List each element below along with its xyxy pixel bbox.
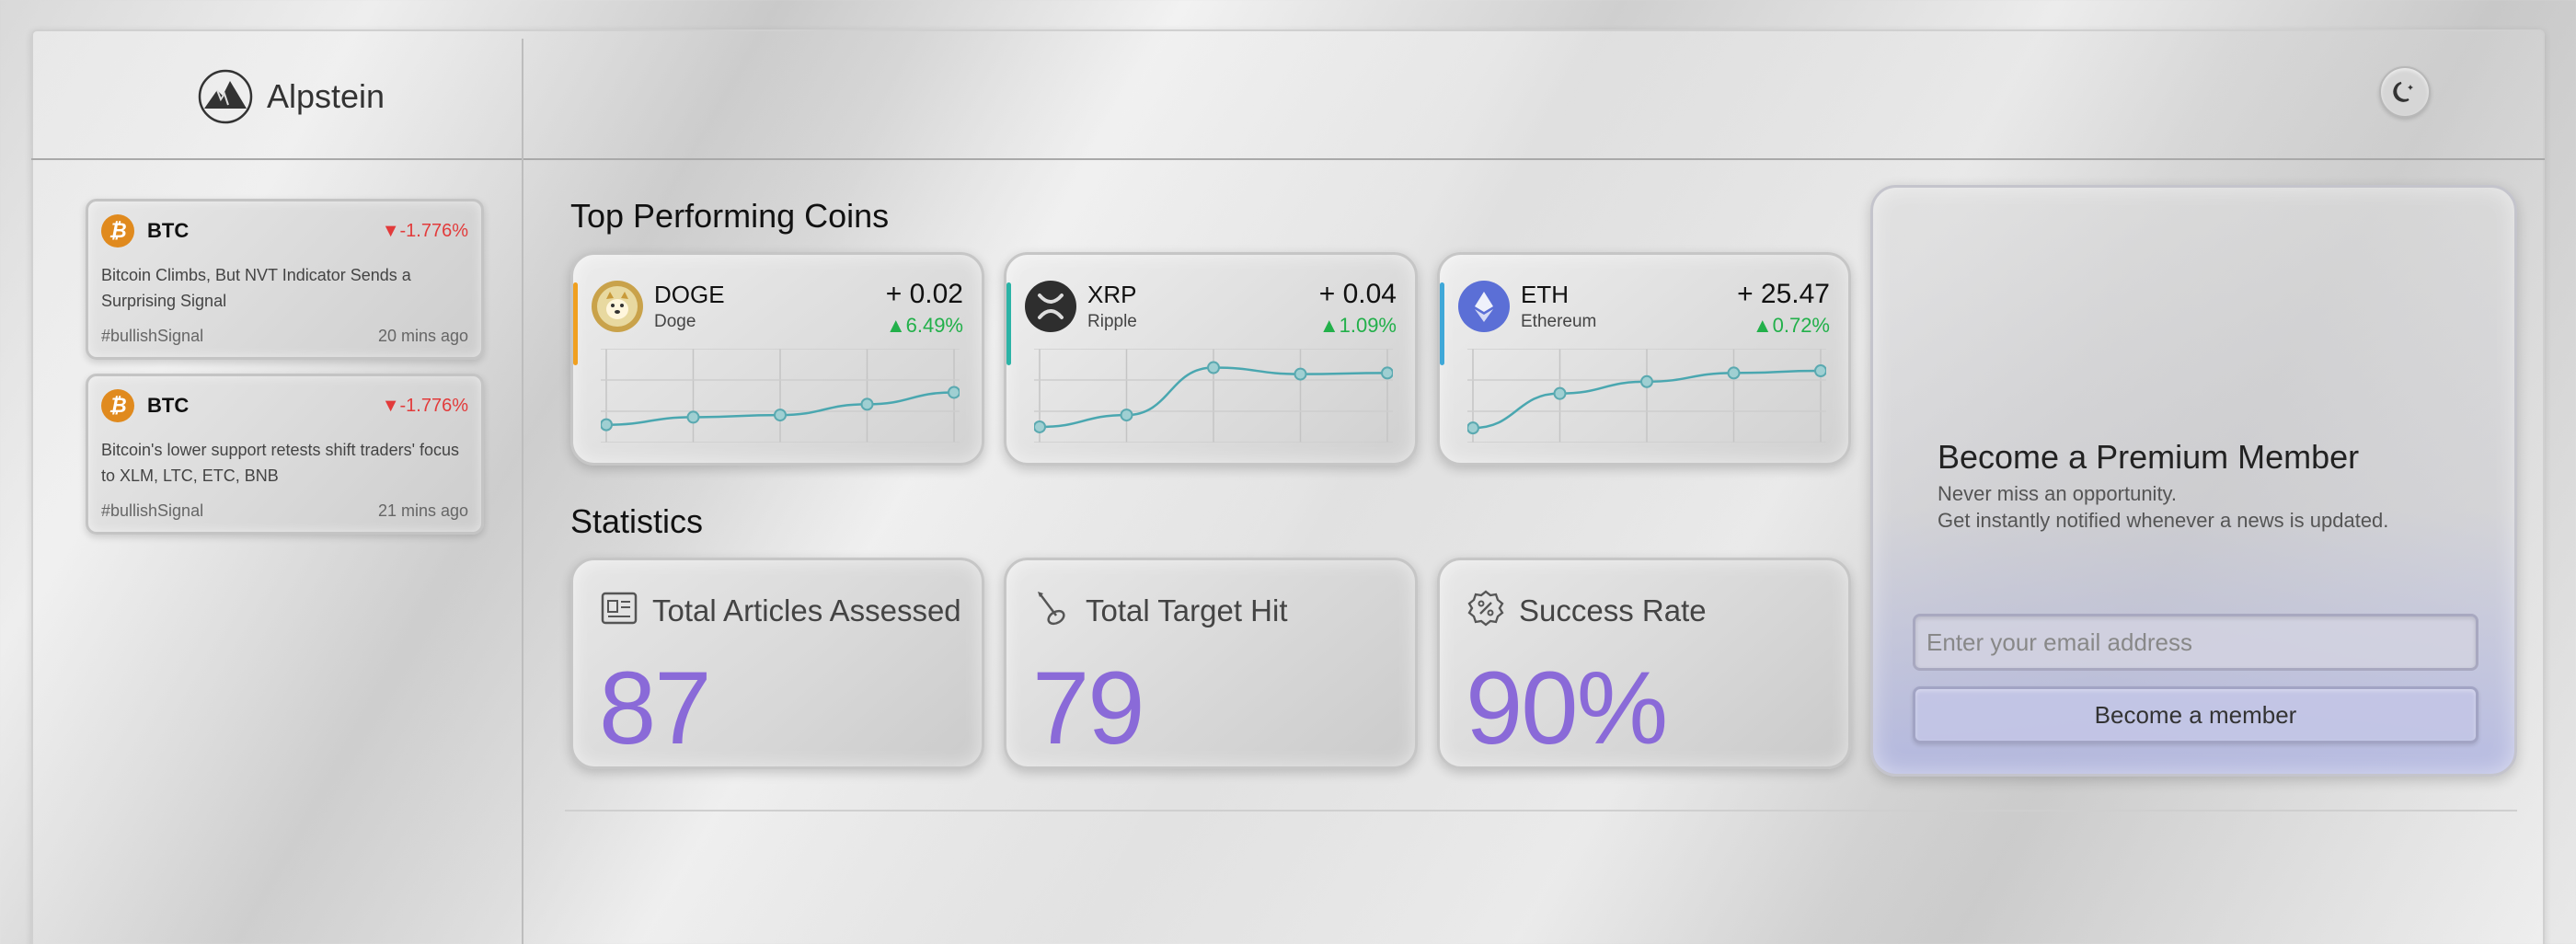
coin-symbol: DOGE xyxy=(654,281,725,308)
stat-card-success-rate: Success Rate 90% xyxy=(1437,558,1851,769)
stat-label: Total Target Hit xyxy=(1086,593,1288,627)
coin-name: Doge xyxy=(654,312,696,331)
stat-label: Success Rate xyxy=(1519,593,1707,627)
news-tag[interactable]: #bullishSignal xyxy=(101,327,203,346)
content-divider xyxy=(565,810,2517,812)
stat-value: 90% xyxy=(1466,650,1668,766)
coin-sparkline xyxy=(1034,349,1393,443)
top-coins-title: Top Performing Coins xyxy=(570,197,890,235)
coin-percent-change: ▲0.72% xyxy=(1752,314,1830,337)
bitcoin-icon: ₿ xyxy=(101,214,134,248)
sidebar-divider xyxy=(522,39,523,944)
sparkline-point xyxy=(1814,364,1826,378)
percent-badge-icon xyxy=(1467,590,1504,627)
news-time: 20 mins ago xyxy=(377,327,468,345)
coin-card-doge[interactable]: DOGE Doge + 0.02 ▲6.49% xyxy=(570,252,984,466)
coin-value-change: + 0.02 xyxy=(885,279,963,309)
premium-subtitle: Never miss an opportunity. xyxy=(1938,482,2178,505)
premium-title: Become a Premium Member xyxy=(1938,438,2360,476)
stat-card-articles: Total Articles Assessed 87 xyxy=(570,558,984,769)
card-accent xyxy=(1006,282,1011,365)
theme-toggle-button[interactable] xyxy=(2379,66,2431,118)
mountain-logo-icon xyxy=(198,69,253,124)
coin-card-eth[interactable]: ETH Ethereum + 25.47 ▲0.72% xyxy=(1437,252,1851,466)
coin-symbol: ETH xyxy=(1521,281,1569,308)
doge-icon xyxy=(592,281,643,332)
newspaper-icon xyxy=(601,592,638,625)
sparkline-point xyxy=(1640,374,1653,388)
app-logo[interactable]: Alpstein xyxy=(197,68,385,125)
stat-card-target-hit: Total Target Hit 79 xyxy=(1004,558,1418,769)
sparkline-point xyxy=(1294,367,1307,381)
coin-name: Ripple xyxy=(1087,312,1137,331)
sparkline-point xyxy=(1467,421,1479,435)
bitcoin-icon: ₿ xyxy=(101,389,134,422)
coin-percent-change: ▲6.49% xyxy=(885,314,963,337)
xrp-icon xyxy=(1025,281,1076,332)
sparkline-point xyxy=(1034,420,1046,433)
sparkline-point xyxy=(948,386,960,399)
app-name: Alpstein xyxy=(267,77,385,115)
news-change: ▼-1.776% xyxy=(381,220,468,241)
sparkline-point xyxy=(774,409,787,422)
news-card[interactable]: ₿ BTC ▼-1.776% Bitcoin Climbs, But NVT I… xyxy=(86,199,484,360)
sparkline-point xyxy=(1120,409,1133,422)
sparkline-point xyxy=(1381,366,1393,380)
news-tag[interactable]: #bullishSignal xyxy=(101,501,203,521)
news-change: ▼-1.776% xyxy=(381,395,468,416)
card-accent xyxy=(1440,282,1444,365)
news-headline: Bitcoin's lower support retests shift tr… xyxy=(101,441,460,485)
email-input[interactable] xyxy=(1913,614,2478,671)
coin-symbol: XRP xyxy=(1087,281,1137,308)
sparkline-point xyxy=(601,418,613,432)
target-hit-icon xyxy=(1038,592,1065,626)
news-symbol: BTC xyxy=(147,219,190,242)
top-bar xyxy=(31,29,2545,160)
coin-percent-change: ▲1.09% xyxy=(1318,314,1397,337)
premium-description: Get instantly notified whenever a news i… xyxy=(1938,509,2389,532)
sparkline-point xyxy=(686,410,700,424)
sparkline-point xyxy=(860,397,874,411)
news-time: 21 mins ago xyxy=(377,501,468,520)
coin-card-xrp[interactable]: XRP Ripple + 0.04 ▲1.09% xyxy=(1004,252,1418,466)
news-symbol: BTC xyxy=(147,394,190,417)
stat-value: 87 xyxy=(599,650,712,766)
premium-panel: Become a Premium Member Never miss an op… xyxy=(1870,185,2517,777)
sparkline-point xyxy=(1727,366,1741,380)
stat-value: 79 xyxy=(1032,650,1145,766)
coin-value-change: + 25.47 xyxy=(1737,279,1830,309)
statistics-title: Statistics xyxy=(570,502,704,540)
coin-sparkline xyxy=(1467,349,1826,443)
news-card[interactable]: ₿ BTC ▼-1.776% Bitcoin's lower support r… xyxy=(86,374,484,535)
ethereum-icon xyxy=(1458,281,1510,332)
stat-label: Total Articles Assessed xyxy=(652,593,961,627)
sparkline-point xyxy=(1207,361,1220,374)
become-member-button[interactable]: Become a member xyxy=(1913,686,2478,743)
news-headline: Bitcoin Climbs, But NVT Indicator Sends … xyxy=(101,266,411,310)
card-accent xyxy=(573,282,578,365)
coin-name: Ethereum xyxy=(1521,312,1597,331)
coin-value-change: + 0.04 xyxy=(1318,279,1397,309)
coin-sparkline xyxy=(601,349,960,443)
moon-star-icon xyxy=(2393,81,2413,102)
sparkline-point xyxy=(1553,386,1567,400)
